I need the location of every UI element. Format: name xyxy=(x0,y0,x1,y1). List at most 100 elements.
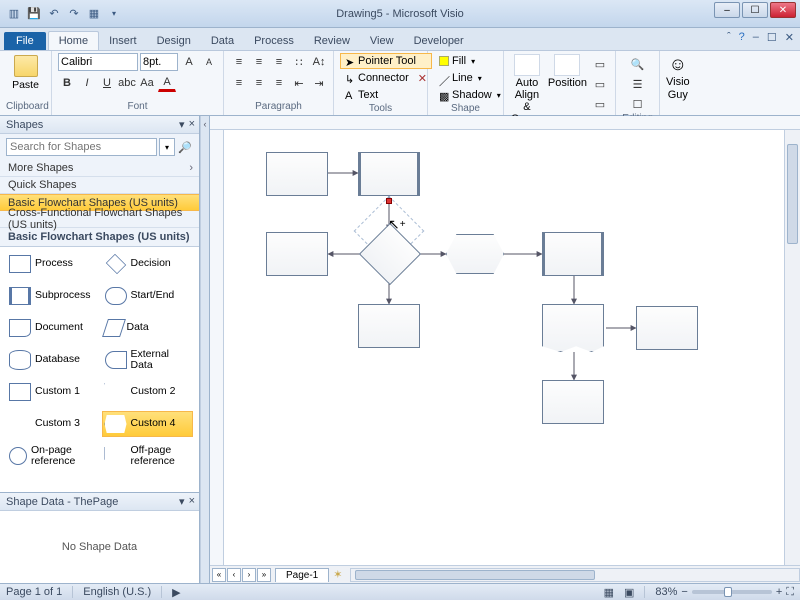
shape-custom4[interactable]: Custom 4 xyxy=(102,411,194,437)
view-full-icon[interactable]: ▣ xyxy=(624,586,634,599)
canvas-shape[interactable] xyxy=(266,232,328,276)
tab-insert[interactable]: Insert xyxy=(99,32,147,50)
scroll-thumb[interactable] xyxy=(355,570,595,580)
horizontal-scrollbar[interactable] xyxy=(350,568,800,582)
cat-more-shapes[interactable]: More Shapes xyxy=(0,160,199,177)
canvas-shape[interactable] xyxy=(358,304,420,348)
shape-custom2[interactable]: Custom 2 xyxy=(102,379,194,405)
fit-page-icon[interactable]: ⛶ xyxy=(786,586,794,599)
zoom-slider[interactable] xyxy=(692,590,772,594)
canvas-shape[interactable] xyxy=(446,234,504,274)
align-bot-button[interactable]: ≡ xyxy=(270,53,288,71)
bring-front-icon[interactable]: ▭ xyxy=(591,55,609,73)
layers-icon[interactable]: ☰ xyxy=(629,75,647,93)
file-tab[interactable]: File xyxy=(4,32,46,50)
minimize-button[interactable]: – xyxy=(714,2,740,18)
line-button[interactable]: ／Line▾ xyxy=(434,70,506,86)
font-color-button[interactable]: A xyxy=(158,74,176,92)
drawing-canvas[interactable]: ↖+ xyxy=(224,130,784,565)
shape-database[interactable]: Database xyxy=(6,347,98,373)
shape-custom3[interactable]: Custom 3 xyxy=(6,411,98,437)
indent-inc-button[interactable]: ⇥ xyxy=(310,74,328,92)
tab-data[interactable]: Data xyxy=(201,32,244,50)
case-button[interactable]: Aa xyxy=(138,74,156,92)
view-normal-icon[interactable]: ▦ xyxy=(604,586,614,599)
maximize-button[interactable]: ☐ xyxy=(742,2,768,18)
shape-onpage-ref[interactable]: On-page reference xyxy=(6,443,98,469)
pane-collapse-button[interactable]: ‹ xyxy=(200,116,210,583)
shape-document[interactable]: Document xyxy=(6,315,98,341)
vertical-scrollbar[interactable] xyxy=(784,130,800,565)
shape-process[interactable]: Process xyxy=(6,251,98,277)
selection-handle[interactable] xyxy=(386,198,392,204)
shape-external-data[interactable]: External Data xyxy=(102,347,194,373)
qat-item-icon[interactable]: ▦ xyxy=(86,6,102,22)
page-tab-1[interactable]: Page-1 xyxy=(275,568,329,582)
status-language[interactable]: English (U.S.) xyxy=(83,586,151,598)
mdi-min-icon[interactable]: – xyxy=(753,31,759,44)
macro-icon[interactable]: ▶ xyxy=(172,586,180,599)
underline-button[interactable]: U xyxy=(98,74,116,92)
pane-menu-icon[interactable]: ▾ xyxy=(179,118,185,131)
canvas-shape[interactable] xyxy=(358,152,420,196)
tab-review[interactable]: Review xyxy=(304,32,360,50)
visio-guy-button[interactable]: ☺VisioGuy xyxy=(666,53,690,101)
font-name-select[interactable] xyxy=(58,53,138,71)
italic-button[interactable]: I xyxy=(78,74,96,92)
help-icon[interactable]: ? xyxy=(739,31,745,44)
page-first-icon[interactable]: « xyxy=(212,568,226,582)
undo-icon[interactable]: ↶ xyxy=(46,6,62,22)
align-right-button[interactable]: ≡ xyxy=(270,74,288,92)
auto-align-button[interactable]: Auto Align & Space xyxy=(510,53,544,125)
shape-data[interactable]: Data xyxy=(102,315,194,341)
search-shapes-input[interactable] xyxy=(6,138,157,156)
text-dir-button[interactable]: A↕ xyxy=(310,53,328,71)
minimize-ribbon-icon[interactable]: ˆ xyxy=(727,31,731,44)
close-button[interactable]: ✕ xyxy=(770,2,796,18)
bold-button[interactable]: B xyxy=(58,74,76,92)
cat-cross-functional[interactable]: Cross-Functional Flowchart Shapes (US un… xyxy=(0,211,199,228)
zoom-value[interactable]: 83% xyxy=(655,586,677,598)
search-dropdown-icon[interactable]: ▾ xyxy=(159,138,175,156)
shadow-button[interactable]: ▩Shadow▾ xyxy=(434,87,506,103)
pointer-tool-button[interactable]: ➤Pointer Tool xyxy=(340,53,432,69)
zoom-in-icon[interactable]: + xyxy=(776,586,782,598)
x-icon[interactable]: ✕ xyxy=(418,72,427,85)
cat-quick-shapes[interactable]: Quick Shapes xyxy=(0,177,199,194)
align-left-button[interactable]: ≡ xyxy=(230,74,248,92)
canvas-shape[interactable] xyxy=(266,152,328,196)
qat-dropdown-icon[interactable]: ▾ xyxy=(106,6,122,22)
new-page-icon[interactable]: ✶ xyxy=(333,568,342,581)
redo-icon[interactable]: ↷ xyxy=(66,6,82,22)
text-tool-button[interactable]: AText xyxy=(340,87,432,103)
strike-button[interactable]: abc xyxy=(118,74,136,92)
font-size-select[interactable] xyxy=(140,53,178,71)
page-next-icon[interactable]: › xyxy=(242,568,256,582)
paste-button[interactable]: Paste xyxy=(6,53,45,91)
page-prev-icon[interactable]: ‹ xyxy=(227,568,241,582)
save-icon[interactable]: 💾 xyxy=(26,6,42,22)
tab-design[interactable]: Design xyxy=(147,32,201,50)
scroll-thumb[interactable] xyxy=(787,144,798,244)
shape-custom1[interactable]: Custom 1 xyxy=(6,379,98,405)
zoom-out-icon[interactable]: − xyxy=(681,586,687,598)
page-last-icon[interactable]: » xyxy=(257,568,271,582)
shrink-font-icon[interactable]: A xyxy=(200,53,218,71)
canvas-shape[interactable] xyxy=(542,304,604,352)
sd-menu-icon[interactable]: ▾ xyxy=(179,495,185,508)
shape-start-end[interactable]: Start/End xyxy=(102,283,194,309)
align-top-button[interactable]: ≡ xyxy=(230,53,248,71)
canvas-shape[interactable] xyxy=(542,232,604,276)
indent-dec-button[interactable]: ⇤ xyxy=(290,74,308,92)
tab-view[interactable]: View xyxy=(360,32,404,50)
mdi-max-icon[interactable]: ☐ xyxy=(767,31,777,44)
mdi-close-icon[interactable]: ✕ xyxy=(785,31,794,44)
pane-close-icon[interactable]: × xyxy=(189,118,195,131)
position-button[interactable]: Position xyxy=(548,53,587,89)
find-icon[interactable]: 🔍 xyxy=(629,55,647,73)
tab-developer[interactable]: Developer xyxy=(404,32,474,50)
select-icon[interactable]: ☐ xyxy=(629,95,647,113)
fill-button[interactable]: Fill▾ xyxy=(434,53,506,69)
shape-decision[interactable]: Decision xyxy=(102,251,194,277)
grow-font-icon[interactable]: A xyxy=(180,53,198,71)
